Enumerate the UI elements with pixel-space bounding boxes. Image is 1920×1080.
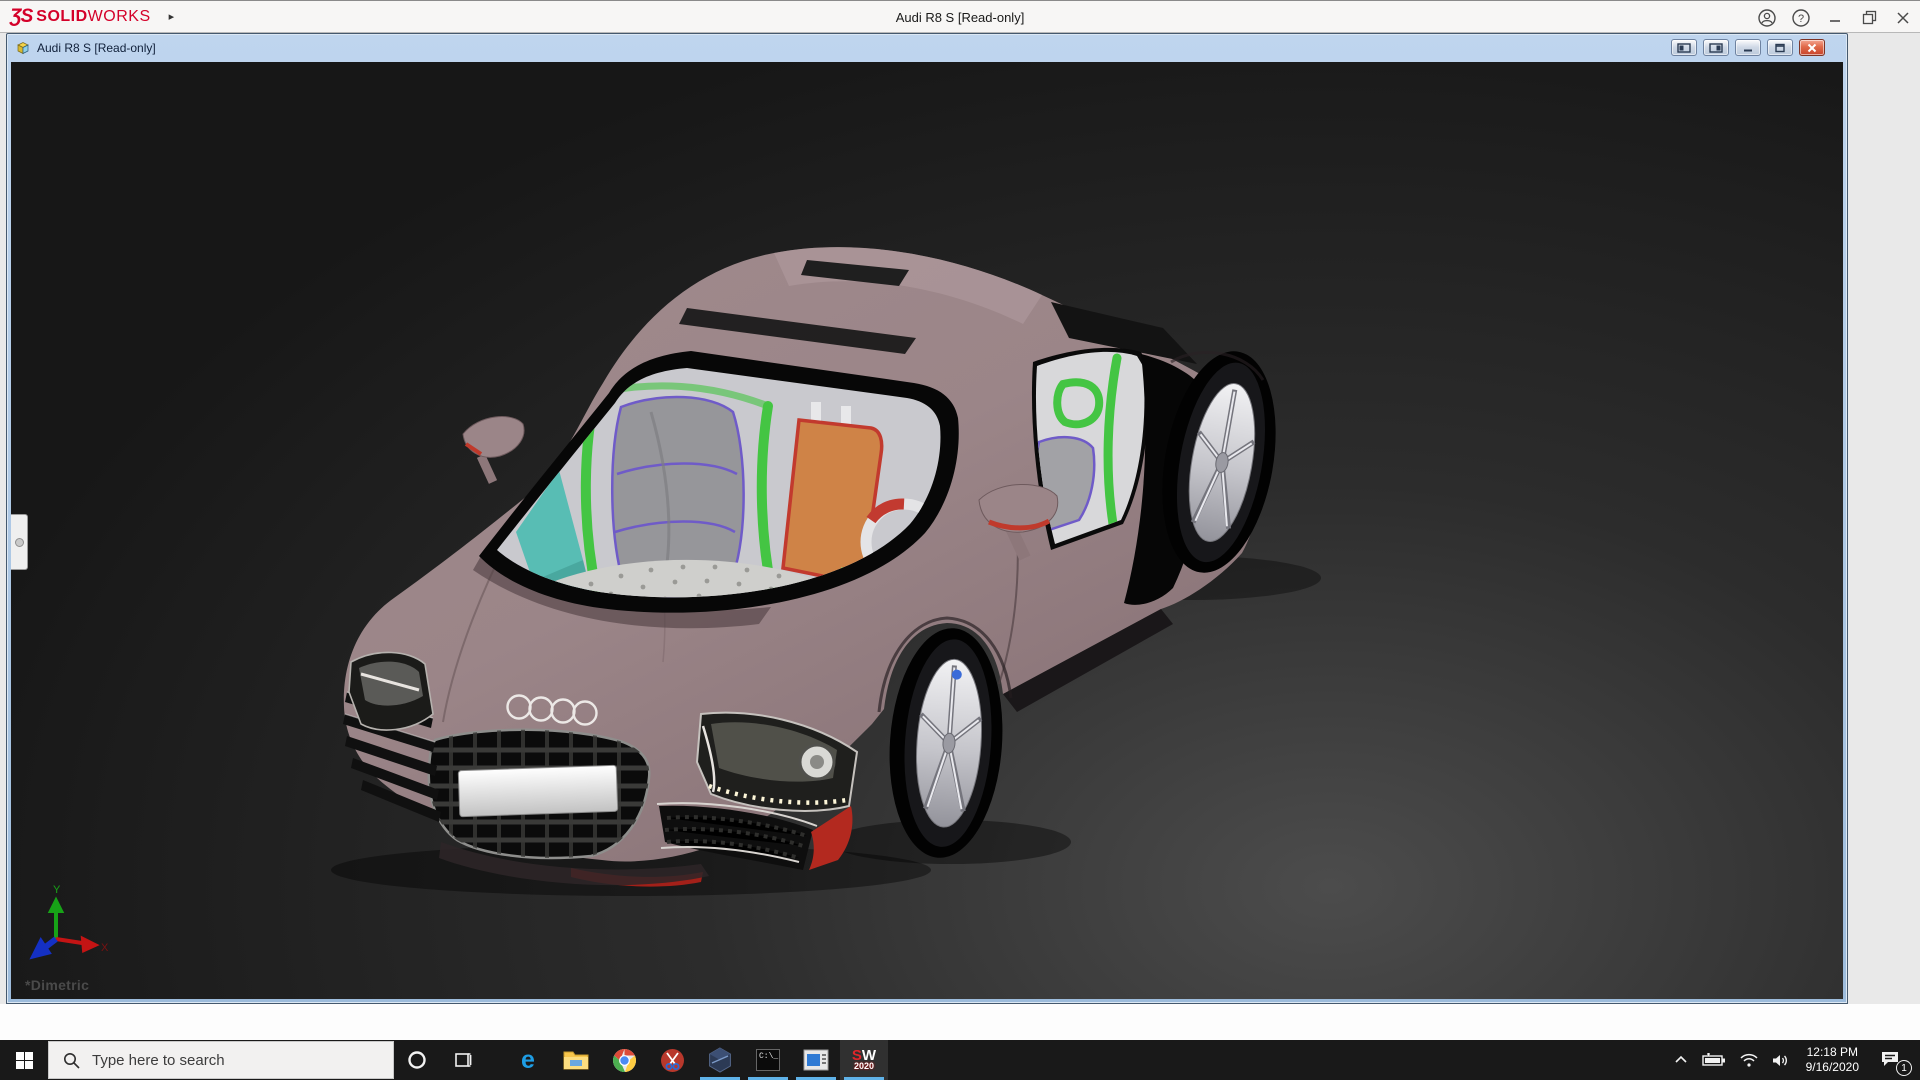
search-input[interactable] [90, 1051, 364, 1070]
brand-works: WORKS [88, 8, 151, 25]
chrome-icon [612, 1048, 637, 1073]
3ds-mark: ƷS [10, 6, 32, 28]
taskbar-clock[interactable]: 12:18 PM 9/16/2020 [1797, 1040, 1868, 1080]
taskbar-app-file-explorer[interactable] [552, 1040, 600, 1080]
clock-time: 12:18 PM [1807, 1045, 1858, 1060]
pane-right-button[interactable] [1703, 39, 1729, 56]
document-titlebar[interactable]: Audi R8 S [Read-only] [7, 34, 1847, 62]
action-center-button[interactable]: 1 [1868, 1040, 1914, 1080]
flyout-arrow-icon [15, 538, 24, 547]
tray-chevron-button[interactable] [1667, 1040, 1695, 1080]
search-icon [63, 1052, 80, 1069]
account-icon[interactable] [1750, 1, 1784, 34]
view-orientation-label: *Dimetric [25, 977, 89, 993]
statusbar-strip [0, 1004, 1920, 1040]
taskbar-search[interactable] [48, 1041, 394, 1079]
taskbar-app-3d-viewer[interactable] [696, 1040, 744, 1080]
volume-status[interactable] [1765, 1040, 1797, 1080]
3d-viewer-icon [707, 1047, 733, 1073]
solidworks-logo[interactable]: ƷS SOLIDWORKS ▸ [10, 6, 174, 28]
windows-logo-icon [16, 1052, 33, 1069]
taskbar-app-snipping-tool[interactable] [648, 1040, 696, 1080]
battery-status[interactable] [1695, 1040, 1733, 1080]
wifi-icon [1740, 1053, 1758, 1067]
start-button[interactable] [0, 1040, 48, 1080]
clock-date: 9/16/2020 [1806, 1060, 1859, 1075]
minimize-button[interactable] [1818, 1, 1852, 34]
feature-pane-flyout-tab[interactable] [11, 514, 28, 570]
left-headlight [349, 652, 433, 730]
taskbar-app-command-prompt[interactable]: C:\_ [744, 1040, 792, 1080]
speaker-icon [1772, 1053, 1790, 1068]
restore-button[interactable] [1852, 1, 1886, 34]
task-view-icon [453, 1050, 473, 1070]
solidworks-2020-icon: SW 2020 [849, 1047, 879, 1073]
svg-text:e: e [521, 1047, 535, 1073]
pane-left-button[interactable] [1671, 39, 1697, 56]
doc-close-button[interactable] [1799, 39, 1825, 56]
file-explorer-icon [563, 1049, 589, 1071]
close-button[interactable] [1886, 1, 1920, 34]
svg-text:?: ? [1798, 13, 1804, 25]
notification-badge: 1 [1896, 1060, 1912, 1076]
license-plate-blank [458, 765, 618, 816]
triad-y-label: Y [53, 884, 61, 896]
cortana-icon [406, 1049, 428, 1071]
document-window: Audi R8 S [Read-only] [6, 33, 1848, 1004]
document-title: Audi R8 S [Read-only] [37, 41, 156, 55]
taskbar-app-system-window[interactable] [792, 1040, 840, 1080]
taskbar-app-solidworks[interactable]: SW 2020 [840, 1040, 888, 1080]
help-icon[interactable]: ? [1784, 1, 1818, 34]
taskbar-app-edge[interactable]: e [504, 1040, 552, 1080]
graphics-viewport[interactable]: Y X *Dimetric [11, 62, 1843, 999]
doc-minimize-button[interactable] [1735, 39, 1761, 56]
triad-x-label: X [101, 942, 109, 954]
snipping-tool-icon [660, 1048, 685, 1073]
command-prompt-icon: C:\_ [756, 1049, 780, 1071]
cortana-button[interactable] [394, 1040, 440, 1080]
task-view-button[interactable] [440, 1040, 486, 1080]
left-mirror[interactable] [463, 417, 524, 482]
doc-restore-button[interactable] [1767, 39, 1793, 56]
part-file-icon [15, 40, 31, 56]
battery-icon [1702, 1053, 1726, 1067]
app-titlebar: ƷS SOLIDWORKS ▸ Audi R8 S [Read-only] ? [0, 0, 1920, 33]
menu-expand-arrow-icon[interactable]: ▸ [169, 10, 175, 23]
network-status[interactable] [1733, 1040, 1765, 1080]
reference-triad[interactable]: Y X [27, 881, 113, 967]
taskbar-app-chrome[interactable] [600, 1040, 648, 1080]
chevron-up-icon [1674, 1053, 1688, 1067]
window-title: Audi R8 S [Read-only] [0, 1, 1920, 34]
brand-solid: SOLID [36, 8, 87, 25]
system-window-icon [803, 1049, 829, 1071]
edge-icon: e [515, 1047, 541, 1073]
car-3d-model[interactable] [11, 62, 1843, 999]
taskbar: e [0, 1040, 1920, 1080]
